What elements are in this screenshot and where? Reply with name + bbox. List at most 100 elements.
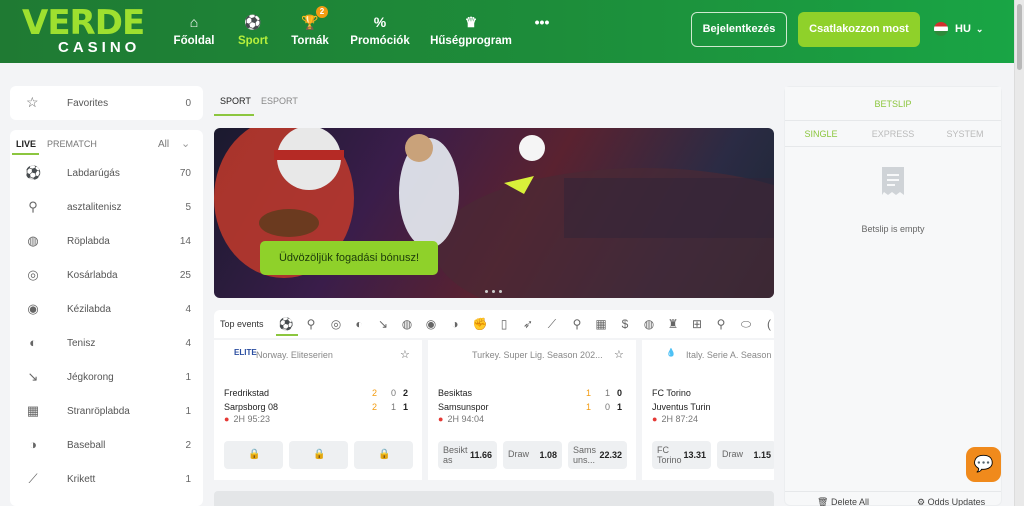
volleyball-filter-icon[interactable]: ◍ bbox=[399, 316, 415, 332]
nav-tournaments[interactable]: 🏆 2 Tornák bbox=[288, 6, 332, 54]
handball-icon: ◉ bbox=[27, 301, 39, 316]
table-tennis-filter-icon[interactable]: ⚲ bbox=[303, 316, 319, 332]
odds-button-draw[interactable]: Draw 1.08 bbox=[503, 441, 562, 469]
next-section-header[interactable] bbox=[214, 491, 774, 506]
odds-label: Besikt as bbox=[443, 445, 468, 465]
beach-volleyball-filter-icon[interactable]: ▦ bbox=[593, 316, 609, 332]
odds-button-home[interactable]: Besikt as 11.66 bbox=[438, 441, 497, 469]
odds-button-away[interactable]: Sams uns... 22.32 bbox=[568, 441, 627, 469]
scrollbar-thumb[interactable] bbox=[1017, 4, 1022, 70]
match-period: 2H bbox=[447, 414, 459, 424]
odds-label: Draw bbox=[722, 449, 744, 459]
match-period: 2H bbox=[661, 414, 673, 424]
nav-promotions[interactable]: % Promóciók bbox=[350, 10, 410, 54]
tab-live[interactable]: LIVE bbox=[16, 139, 36, 149]
darts-filter-icon[interactable]: ⚲ bbox=[713, 316, 729, 332]
sport-label: Röplabda bbox=[67, 236, 110, 247]
promo-banner[interactable]: Üdvözöljük fogadási bónusz! bbox=[214, 128, 774, 298]
cycling-filter-icon[interactable]: ⚲ bbox=[569, 316, 585, 332]
favorite-star-icon[interactable]: ☆ bbox=[614, 348, 624, 361]
match-time: ● 2H 95:23 bbox=[224, 414, 270, 424]
tab-single[interactable]: SINGLE bbox=[785, 121, 857, 147]
event-card[interactable]: 💧 Italy. Serie A. Season 2 FC Torino Juv… bbox=[642, 340, 774, 480]
odds-label: FC Torino bbox=[657, 445, 682, 465]
odds-button-locked[interactable]: 🔒 bbox=[224, 441, 283, 469]
team-away: Juventus Turin bbox=[652, 402, 711, 412]
sport-item-ice-hockey[interactable]: ↘ Jégkorong 1 bbox=[10, 360, 203, 394]
delete-all-button[interactable]: 🗑 Delete All bbox=[817, 497, 869, 506]
sport-item-beach-volleyball[interactable]: ▦ Stranröplabda 1 bbox=[10, 394, 203, 428]
odds-button-draw[interactable]: Draw 1.15 bbox=[717, 441, 774, 469]
join-now-button[interactable]: Csatlakozzon most bbox=[798, 12, 920, 47]
tennis-filter-icon[interactable]: ◐ bbox=[351, 316, 367, 332]
sport-item-basketball[interactable]: ◎ Kosárlabda 25 bbox=[10, 258, 203, 292]
sport-item-tennis[interactable]: ◐ Tenisz 4 bbox=[10, 326, 203, 360]
beach-volleyball-icon: ▦ bbox=[26, 403, 40, 418]
sport-item-soccer[interactable]: ⚽ Labdarúgás 70 bbox=[10, 156, 203, 190]
odds-updates-button[interactable]: ⚙ Odds Updates bbox=[917, 497, 985, 506]
event-card[interactable]: Turkey. Super Lig. Season 202... ☆ Besik… bbox=[428, 340, 636, 480]
odds-value: 1.08 bbox=[539, 450, 557, 460]
sports-sidebar: LIVE PREMATCH All ⌄ ⚽ Labdarúgás 70 ⚲ aszta… bbox=[10, 130, 203, 506]
tab-esport[interactable]: ESPORT bbox=[261, 96, 298, 106]
language-selector[interactable]: HU ⌄ bbox=[934, 22, 983, 36]
more-sports-icon[interactable]: ( bbox=[761, 316, 777, 332]
badminton-filter-icon[interactable]: ➶ bbox=[520, 316, 536, 332]
filter-select[interactable]: All bbox=[158, 139, 169, 150]
tab-system[interactable]: SYSTEM bbox=[929, 121, 1001, 147]
favorite-star-icon[interactable]: ☆ bbox=[400, 348, 410, 361]
ice-hockey-filter-icon[interactable]: ↘ bbox=[375, 316, 391, 332]
verde-casino-logo[interactable]: VERDE CASINO bbox=[22, 5, 162, 57]
tab-sport[interactable]: SPORT bbox=[220, 96, 251, 106]
odds-value: 13.31 bbox=[683, 450, 706, 460]
sport-count: 70 bbox=[179, 168, 191, 179]
chat-support-button[interactable]: 💬 bbox=[966, 447, 1001, 482]
welcome-bonus-button[interactable]: Üdvözöljük fogadási bónusz! bbox=[260, 241, 438, 275]
sport-item-cricket[interactable]: ⟋ Krikett 1 bbox=[10, 462, 203, 496]
tab-prematch[interactable]: PREMATCH bbox=[47, 139, 97, 149]
odds-button-locked[interactable]: 🔒 bbox=[289, 441, 348, 469]
score-cell: 1 bbox=[617, 402, 623, 412]
sport-count: 2 bbox=[185, 440, 191, 451]
sport-item-handball[interactable]: ◉ Kézilabda 4 bbox=[10, 292, 203, 326]
carousel-dots[interactable] bbox=[483, 285, 504, 296]
betslip-title: BETSLIP bbox=[785, 87, 1001, 121]
water-polo-filter-icon[interactable]: ◍ bbox=[641, 316, 657, 332]
sport-esport-tabs: SPORT ESPORT bbox=[214, 92, 414, 116]
event-card[interactable]: ELITE Norway. Eliteserien ☆ Fredrikstad … bbox=[214, 340, 422, 480]
soccer-ball-icon: ⚽ bbox=[244, 14, 262, 30]
top-header: VERDE CASINO ⌂ Főoldal ⚽ Sport 🏆 2 Torná… bbox=[0, 0, 1014, 63]
sport-item-table-tennis[interactable]: ⚲ asztalitenisz 5 bbox=[10, 190, 203, 224]
league-name: Turkey. Super Lig. Season 202... bbox=[472, 350, 603, 360]
nav-loyalty[interactable]: ♛ Hűségprogram bbox=[430, 10, 512, 54]
boxing-filter-icon[interactable]: ✊ bbox=[472, 316, 488, 332]
team-home: Besiktas bbox=[438, 388, 473, 398]
rugby-filter-icon[interactable]: ⬭ bbox=[738, 316, 754, 332]
page-scrollbar[interactable] bbox=[1014, 0, 1024, 506]
baseball-filter-icon[interactable]: ◑ bbox=[447, 316, 463, 332]
sport-item-volleyball[interactable]: ◍ Röplabda 14 bbox=[10, 224, 203, 258]
soccer-filter-icon[interactable]: ⚽ bbox=[278, 316, 294, 332]
chevron-down-icon[interactable]: ⌄ bbox=[181, 137, 190, 150]
chess-filter-icon[interactable]: ♜ bbox=[665, 316, 681, 332]
tab-express[interactable]: EXPRESS bbox=[857, 121, 929, 147]
score-cell: 0 bbox=[605, 402, 611, 412]
odds-button-locked[interactable]: 🔒 bbox=[354, 441, 413, 469]
coin-filter-icon[interactable]: $ bbox=[617, 316, 633, 332]
nav-sport[interactable]: ⚽ Sport bbox=[233, 10, 273, 54]
login-button[interactable]: Bejelentkezés bbox=[691, 12, 787, 47]
nav-more[interactable]: ••• bbox=[532, 10, 552, 54]
basketball-filter-icon[interactable]: ◎ bbox=[328, 316, 344, 332]
favorites-row[interactable]: ☆ Favorites 0 bbox=[10, 86, 203, 120]
handball-filter-icon[interactable]: ◉ bbox=[423, 316, 439, 332]
odds-button-home[interactable]: FC Torino 13.31 bbox=[652, 441, 711, 469]
match-clock: 94:04 bbox=[461, 414, 484, 424]
sport-label: Jégkorong bbox=[67, 372, 114, 383]
league-name: Norway. Eliteserien bbox=[256, 350, 333, 360]
cup-filter-icon[interactable]: ▯ bbox=[496, 316, 512, 332]
nav-home[interactable]: ⌂ Főoldal bbox=[170, 10, 218, 54]
league-logo: ELITE bbox=[234, 348, 257, 357]
cricket-filter-icon[interactable]: ⟋ bbox=[544, 316, 560, 332]
sport-item-baseball[interactable]: ◑ Baseball 2 bbox=[10, 428, 203, 462]
esports-filter-icon[interactable]: ⊞ bbox=[689, 316, 705, 332]
